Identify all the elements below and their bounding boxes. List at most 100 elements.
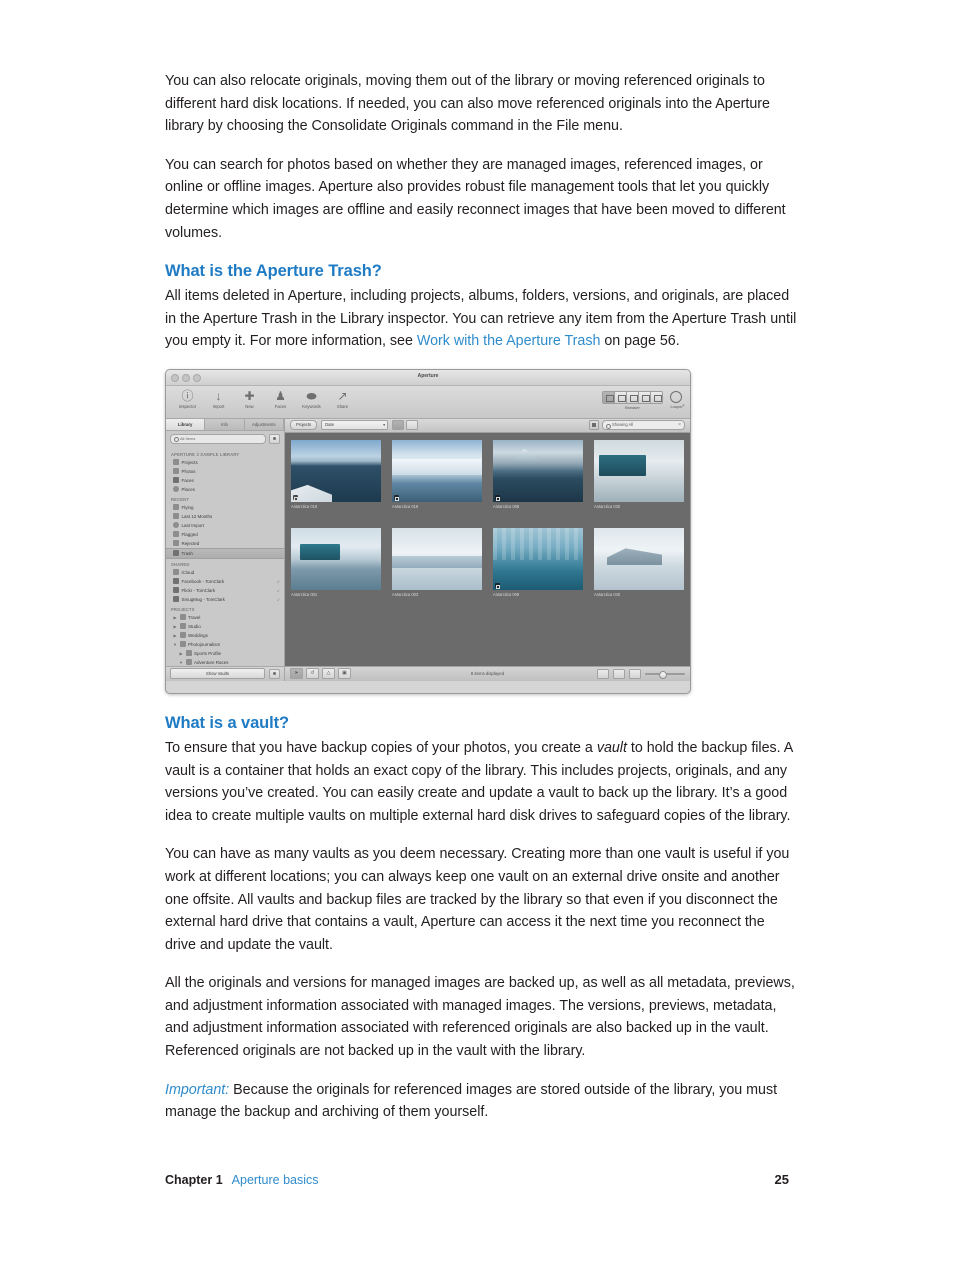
sidebar-item-projects[interactable]: Projects bbox=[166, 458, 284, 467]
toolbar-item-keywords[interactable]: ⬬ Keywords bbox=[296, 388, 327, 409]
thumbnail-item[interactable]: Antarctica 030 bbox=[594, 439, 684, 525]
paragraph-vault-definition: To ensure that you have backup copies of… bbox=[165, 737, 797, 827]
paragraph-trash-description: All items deleted in Aperture, including… bbox=[165, 285, 797, 353]
sidebar-item-photos[interactable]: Photos bbox=[166, 467, 284, 476]
footer-section-link[interactable]: Aperture basics bbox=[232, 1173, 319, 1187]
sidebar-item-trash[interactable]: Trash bbox=[166, 547, 284, 559]
thumbnail-caption: Antarctica 008 bbox=[493, 503, 520, 509]
sidebar-item-adventure-races[interactable]: ▼ Adventure Races bbox=[166, 658, 284, 666]
referenced-badge-icon bbox=[494, 495, 501, 502]
tab-info[interactable]: Info bbox=[205, 418, 245, 430]
thumbnail-grid: Antarctica 019 Antarctica 018 Antarctica… bbox=[285, 432, 690, 666]
disclosure-triangle-icon[interactable]: ▼ bbox=[179, 660, 183, 665]
sidebar-item-smugmug[interactable]: SmugMug - TomClark ➶ bbox=[166, 595, 284, 604]
toolbar-item-import[interactable]: ↓ Import bbox=[203, 388, 234, 409]
grid-layout-button[interactable] bbox=[392, 420, 405, 431]
thumbnail-item[interactable]: Antarctica 018 bbox=[392, 439, 482, 525]
list-layout-button[interactable] bbox=[406, 420, 419, 431]
thumbnail-image[interactable] bbox=[392, 527, 482, 590]
filmstrip-toggle-icon[interactable] bbox=[629, 668, 641, 679]
reject-x-icon bbox=[173, 540, 179, 547]
info-overlay-icon[interactable] bbox=[613, 668, 625, 679]
paragraph-important-note: Important: Because the originals for ref… bbox=[165, 1079, 797, 1124]
smugmug-icon bbox=[173, 596, 179, 603]
sidebar-item-facebook[interactable]: Facebook - TomClark ➶ bbox=[166, 577, 284, 586]
disclosure-triangle-icon[interactable]: ▶ bbox=[173, 624, 177, 629]
sidebar-label-places: Places bbox=[181, 486, 196, 492]
thumbnail-item[interactable]: Antarctica 008 bbox=[493, 439, 583, 525]
thumbnail-size-slider[interactable] bbox=[645, 669, 685, 679]
toolbar-label-inspector: Inspector bbox=[178, 403, 197, 409]
sync-badge-icon: ➶ bbox=[276, 578, 280, 584]
breadcrumb-projects[interactable]: Projects bbox=[290, 420, 318, 431]
browser-toolbar-right: Showing All bbox=[589, 420, 685, 431]
disclosure-triangle-icon[interactable]: ▶ bbox=[173, 615, 177, 620]
disclosure-triangle-icon[interactable]: ▶ bbox=[179, 651, 183, 656]
sidebar-action-gear-icon[interactable] bbox=[269, 668, 280, 679]
view-filmstrip-button[interactable] bbox=[627, 391, 639, 403]
thumbnail-item[interactable]: Antarctica 001 bbox=[291, 527, 381, 613]
slider-knob[interactable] bbox=[659, 670, 667, 679]
sidebar-item-icloud[interactable]: iCloud bbox=[166, 568, 284, 577]
sidebar-label-adventure-races: Adventure Races bbox=[194, 659, 229, 665]
thumbnail-image[interactable] bbox=[594, 527, 684, 590]
thumbnail-image[interactable] bbox=[291, 527, 381, 590]
sidebar-item-photojournalism[interactable]: ▼ Photojournalism bbox=[166, 640, 284, 649]
browser-search-input[interactable]: Showing All bbox=[602, 420, 685, 431]
sidebar-item-flagged[interactable]: Flagged bbox=[166, 530, 284, 539]
thumbnail-image[interactable] bbox=[493, 439, 583, 502]
sidebar-item-studio[interactable]: ▶ Studio bbox=[166, 622, 284, 631]
thumbnail-image[interactable] bbox=[493, 527, 583, 590]
page-footer: Chapter 1 Aperture basics 25 bbox=[165, 1172, 789, 1187]
toolbar-item-share[interactable]: ↗ Share bbox=[327, 388, 358, 409]
sidebar-item-flickr[interactable]: Flickr - TomClark ➶ bbox=[166, 586, 284, 595]
sidebar-item-sports-profile[interactable]: ▶ Sports Profile bbox=[166, 649, 284, 658]
toolbar-item-faces[interactable]: ♟ Faces bbox=[265, 388, 296, 409]
sidebar-item-rejected[interactable]: Rejected bbox=[166, 539, 284, 548]
sidebar-item-places[interactable]: Places bbox=[166, 485, 284, 494]
clock-icon bbox=[173, 522, 179, 529]
sort-dropdown[interactable]: Date bbox=[321, 420, 389, 431]
sidebar-item-flying[interactable]: Flying bbox=[166, 503, 284, 512]
toolbar-item-inspector[interactable]: ⓘ Inspector bbox=[172, 388, 203, 409]
trash-icon bbox=[173, 550, 179, 557]
keywords-tag-icon: ⬬ bbox=[306, 388, 317, 403]
view-faces-button[interactable] bbox=[639, 391, 651, 403]
thumbnail-item[interactable]: Antarctica 003 bbox=[392, 527, 482, 613]
gear-icon[interactable] bbox=[269, 433, 280, 444]
disclosure-triangle-icon[interactable]: ▶ bbox=[173, 633, 177, 638]
sidebar-item-weddings[interactable]: ▶ Weddings bbox=[166, 631, 284, 640]
tab-library[interactable]: Library bbox=[166, 418, 206, 430]
sidebar-item-last-12-months[interactable]: Last 12 Months bbox=[166, 512, 284, 521]
thumbnail-image[interactable] bbox=[594, 439, 684, 502]
view-split-button[interactable] bbox=[615, 391, 627, 403]
sidebar-label-icloud: iCloud bbox=[181, 569, 195, 575]
sidebar-item-last-import[interactable]: Last Import bbox=[166, 521, 284, 530]
thumbnail-item[interactable]: Antarctica 009 bbox=[493, 527, 583, 613]
resize-handle-icon[interactable]: ↗ bbox=[680, 404, 686, 410]
thumbnail-item[interactable]: Antarctica 019 bbox=[291, 439, 381, 525]
thumbnail-image[interactable] bbox=[291, 439, 381, 502]
browser-view-segments[interactable] bbox=[602, 390, 663, 404]
sidebar-label-projects: Projects bbox=[181, 459, 198, 465]
link-work-with-aperture-trash[interactable]: Work with the Aperture Trash bbox=[417, 333, 601, 349]
sidebar-item-travel[interactable]: ▶ Travel bbox=[166, 613, 284, 622]
tab-adjustments[interactable]: Adjustments bbox=[244, 418, 284, 430]
browser-toolbar: Projects Date Showing All bbox=[285, 418, 690, 433]
filter-icon[interactable] bbox=[589, 420, 599, 431]
facebook-icon bbox=[173, 578, 179, 585]
disclosure-triangle-icon[interactable]: ▼ bbox=[173, 642, 177, 647]
toolbar-item-new[interactable]: ✚ New bbox=[234, 388, 265, 409]
photos-icon bbox=[173, 468, 179, 475]
metadata-display-icon[interactable] bbox=[597, 668, 609, 679]
view-places-button[interactable] bbox=[651, 391, 662, 403]
vault-italic-term: vault bbox=[596, 739, 627, 756]
show-vaults-button[interactable]: Show Vaults bbox=[170, 668, 265, 680]
plus-icon: ✚ bbox=[244, 388, 255, 403]
view-grid-button[interactable] bbox=[603, 391, 615, 403]
sidebar-item-faces[interactable]: Faces bbox=[166, 476, 284, 485]
thumbnail-image[interactable] bbox=[392, 439, 482, 502]
sidebar-label-sports-profile: Sports Profile bbox=[194, 650, 222, 656]
thumbnail-item[interactable]: Antarctica 040 bbox=[594, 527, 684, 613]
library-search-input[interactable]: All Items bbox=[170, 433, 266, 444]
